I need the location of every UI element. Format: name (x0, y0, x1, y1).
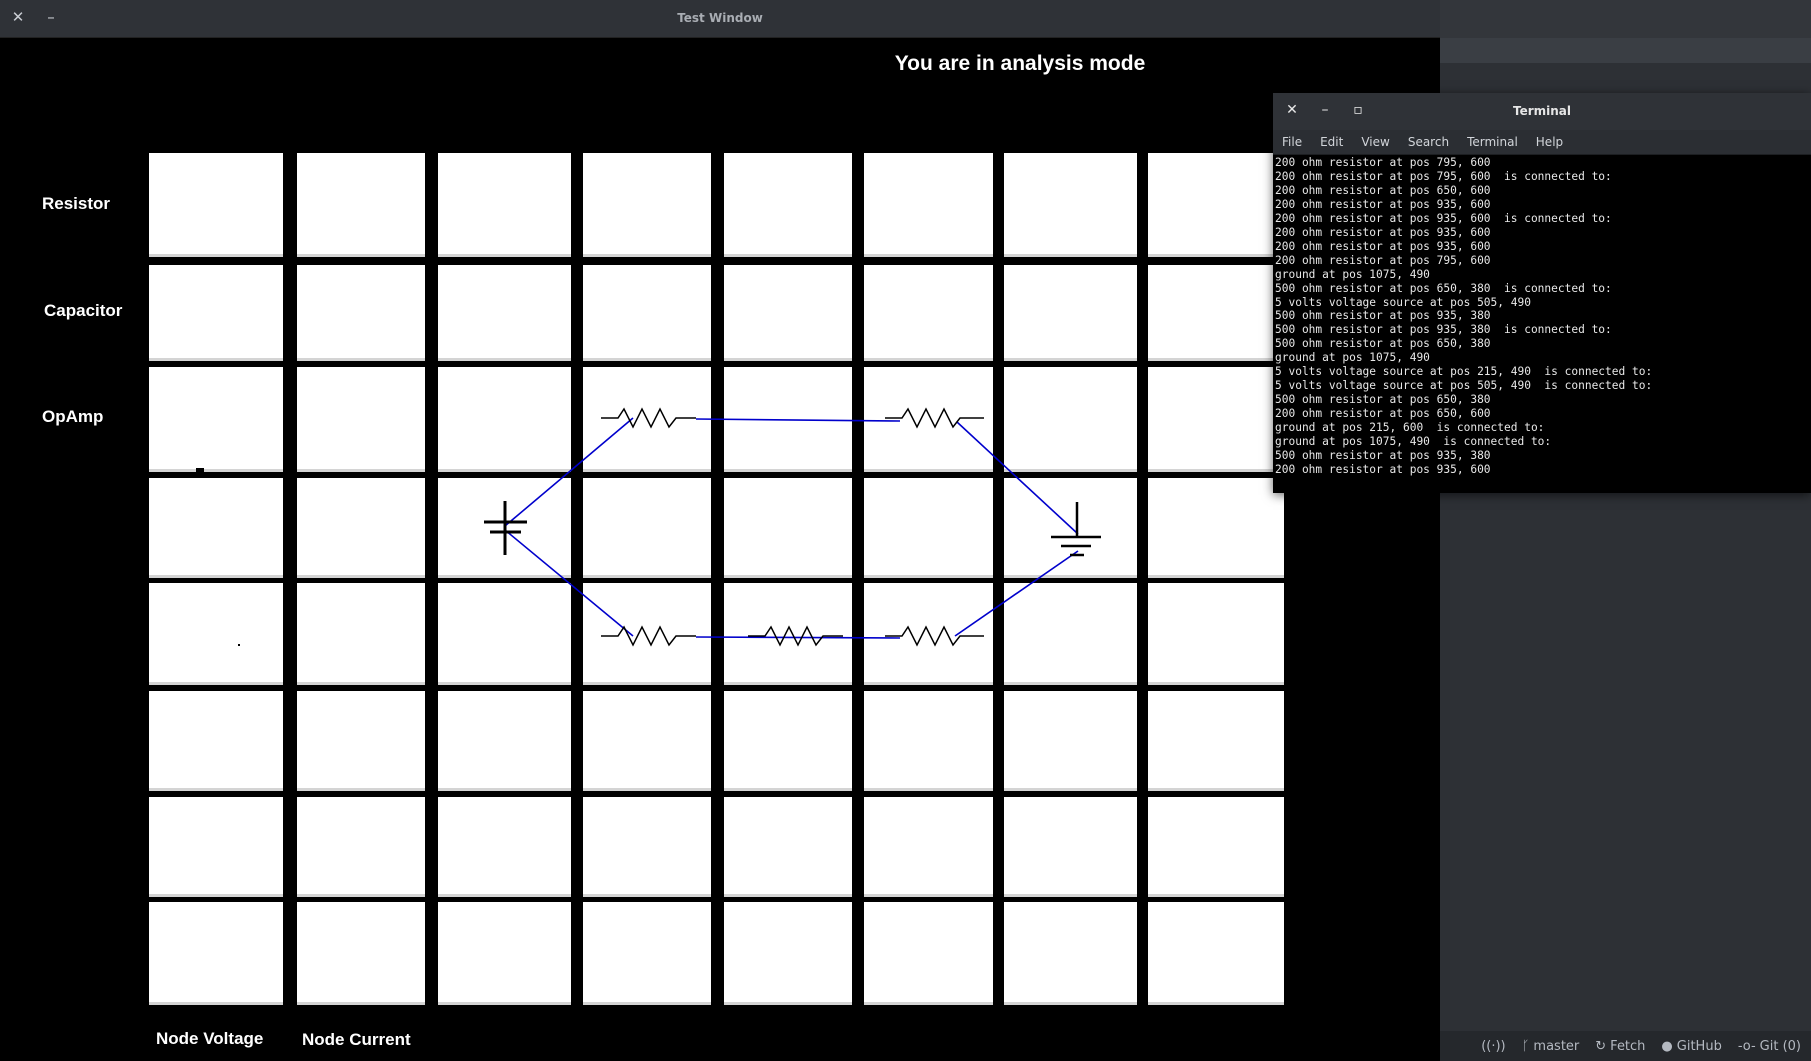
terminal-line: 500 ohm resistor at pos 650, 380 (1275, 337, 1491, 351)
terminal-line: 5 volts voltage source at pos 215, 490 i… (1275, 365, 1653, 379)
terminal-line: 200 ohm resistor at pos 935, 600 (1275, 462, 1491, 476)
status-git[interactable]: -o- Git (0) (1738, 1039, 1801, 1054)
terminal-line: 500 ohm resistor at pos 935, 380 (1275, 449, 1491, 463)
menu-file[interactable]: File (1273, 135, 1311, 149)
git-commit-icon: -o- (1737, 1038, 1756, 1054)
wire-network (504, 417, 1079, 639)
terminal-line: 5 volts voltage source at pos 505, 490 i… (1275, 379, 1653, 393)
terminal-line: 200 ohm resistor at pos 795, 600 is conn… (1275, 169, 1612, 183)
status-broadcast[interactable]: ((·)) (1481, 1039, 1505, 1054)
resistor-symbol[interactable] (601, 625, 696, 647)
wire (695, 636, 901, 639)
editor-tab-bar (1440, 38, 1811, 63)
fetch-label: Fetch (1610, 1038, 1646, 1054)
terminal-line: 500 ohm resistor at pos 650, 380 (1275, 393, 1491, 407)
terminal-window: ✕ – ▫ Terminal File Edit View Search Ter… (1273, 93, 1811, 493)
status-branch[interactable]: ᚴ master (1522, 1039, 1580, 1054)
faded-component-ghost (196, 468, 240, 646)
terminal-line: 5 volts voltage source at pos 505, 490 (1275, 295, 1531, 309)
terminal-line: 200 ohm resistor at pos 935, 600 (1275, 225, 1491, 239)
voltage-source-symbol[interactable] (484, 501, 527, 555)
menu-edit[interactable]: Edit (1311, 135, 1352, 149)
wire (956, 421, 1079, 535)
node-voltage-button[interactable]: Node Voltage (156, 1029, 263, 1049)
menu-search[interactable]: Search (1399, 135, 1458, 149)
terminal-line: 500 ohm resistor at pos 935, 380 (1275, 309, 1491, 323)
node-current-button[interactable]: Node Current (302, 1030, 411, 1050)
resistor-symbol[interactable] (748, 625, 843, 647)
terminal-title: Terminal (1512, 104, 1572, 118)
resistor-symbol[interactable] (885, 625, 984, 647)
circuit-canvas (196, 407, 1101, 647)
broadcast-icon: ((·)) (1481, 1038, 1506, 1054)
status-bar: ((·)) ᚴ master ↻ Fetch ● GitHub -o- Git … (1440, 1031, 1811, 1061)
terminal-line: 200 ohm resistor at pos 650, 600 (1275, 183, 1491, 197)
wire (954, 550, 1079, 637)
ground-symbol[interactable] (1051, 502, 1101, 557)
status-github[interactable]: ● GitHub (1661, 1039, 1721, 1054)
terminal-menubar: File Edit View Search Terminal Help (1273, 130, 1811, 155)
menu-view[interactable]: View (1352, 135, 1398, 149)
fetch-icon: ↻ (1595, 1038, 1607, 1054)
github-label: GitHub (1676, 1038, 1722, 1054)
github-icon: ● (1661, 1038, 1673, 1054)
terminal-line: ground at pos 215, 600 is connected to: (1275, 421, 1545, 435)
wire (695, 418, 901, 422)
terminal-line: ground at pos 1075, 490 is connected to: (1275, 435, 1552, 449)
branch-label: master (1533, 1038, 1580, 1054)
status-fetch[interactable]: ↻ Fetch (1595, 1039, 1645, 1054)
terminal-line: 200 ohm resistor at pos 795, 600 (1275, 253, 1491, 267)
test-window: ✕ – Test Window You are in analysis mode… (0, 0, 1440, 1061)
terminal-line: 200 ohm resistor at pos 935, 600 (1275, 197, 1491, 211)
resistor-symbol[interactable] (601, 407, 696, 429)
wire (504, 417, 634, 527)
editor-titlebar (1440, 0, 1811, 38)
menu-help[interactable]: Help (1527, 135, 1572, 149)
wire (504, 529, 634, 637)
resistor-symbol[interactable] (885, 407, 984, 429)
terminal-output[interactable]: 200 ohm resistor at pos 795, 600 200 ohm … (1275, 156, 1809, 491)
menu-terminal[interactable]: Terminal (1458, 135, 1527, 149)
terminal-line: ground at pos 1075, 490 (1275, 351, 1430, 365)
terminal-line: 200 ohm resistor at pos 650, 600 (1275, 407, 1491, 421)
terminal-line: ground at pos 1075, 490 (1275, 267, 1430, 281)
terminal-titlebar: ✕ – ▫ Terminal (1273, 93, 1811, 130)
terminal-line: 500 ohm resistor at pos 650, 380 is conn… (1275, 281, 1612, 295)
terminal-line: 200 ohm resistor at pos 795, 600 (1275, 156, 1491, 169)
terminal-line: 200 ohm resistor at pos 935, 600 (1275, 239, 1491, 253)
git-label: Git (0) (1759, 1038, 1801, 1054)
terminal-line: 500 ohm resistor at pos 935, 380 is conn… (1275, 323, 1612, 337)
terminal-line: 200 ohm resistor at pos 935, 600 is conn… (1275, 211, 1612, 225)
git-branch-icon: ᚴ (1521, 1038, 1530, 1054)
